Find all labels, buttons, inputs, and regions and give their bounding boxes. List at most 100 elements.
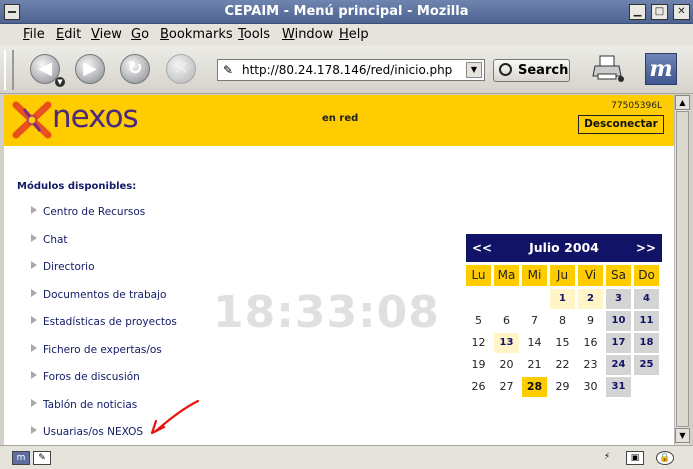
calendar-day[interactable]: 4	[634, 289, 659, 309]
scroll-thumb[interactable]	[676, 111, 689, 427]
list-item: Centro de Recursos	[31, 204, 145, 220]
calendar-day[interactable]: 11	[634, 311, 659, 331]
toolbar-grip[interactable]	[4, 50, 14, 90]
calendar-day[interactable]: 24	[606, 355, 631, 375]
module-link[interactable]: Usuarias/os NEXOS	[43, 426, 143, 438]
status-bar: m ✎ ⚡ ▣ 🔒	[0, 445, 693, 469]
list-item: Chat	[31, 232, 68, 248]
menu-edit[interactable]: Edit	[56, 27, 81, 42]
calendar-dayname: Sa	[606, 265, 631, 286]
calendar-day[interactable]: 16	[578, 333, 603, 353]
calendar-day[interactable]: 1	[550, 289, 575, 309]
mozilla-status-icon[interactable]: m	[12, 451, 30, 465]
search-button[interactable]: Search	[493, 59, 570, 82]
maximize-button[interactable]: □	[651, 4, 668, 20]
calendar-day[interactable]: 29	[550, 377, 575, 397]
list-item: Usuarias/os NEXOS	[31, 424, 143, 440]
module-link[interactable]: Estadísticas de proyectos	[43, 316, 177, 328]
calendar-dayname: Vi	[578, 265, 603, 286]
popup-icon: ▣	[626, 451, 644, 465]
calendar-day[interactable]: 14	[522, 333, 547, 353]
bullet-icon	[31, 289, 37, 297]
modules-title: Módulos disponibles:	[17, 181, 137, 192]
calendar-day[interactable]: 23	[578, 355, 603, 375]
menu-file[interactable]: File	[23, 27, 45, 42]
module-link[interactable]: Documentos de trabajo	[43, 289, 166, 301]
url-input[interactable]	[242, 62, 458, 78]
calendar-next-button[interactable]: >>	[636, 241, 656, 255]
module-link[interactable]: Tablón de noticias	[43, 399, 137, 411]
module-link[interactable]: Chat	[43, 234, 68, 246]
stop-button[interactable]: ✕	[166, 54, 196, 84]
calendar-day[interactable]: 30	[578, 377, 603, 397]
module-link[interactable]: Centro de Recursos	[43, 206, 145, 218]
calendar-day[interactable]: 15	[550, 333, 575, 353]
url-bar[interactable]: ✎ ▼	[217, 59, 485, 81]
menu-help[interactable]: Help	[339, 27, 369, 42]
calendar-day[interactable]: 26	[466, 377, 491, 397]
back-dropdown-icon[interactable]: ▼	[55, 77, 65, 87]
calendar-day[interactable]: 6	[494, 311, 519, 331]
menu-tools[interactable]: Tools	[238, 27, 270, 42]
calendar-day[interactable]: 17	[606, 333, 631, 353]
calendar-day[interactable]: 22	[550, 355, 575, 375]
calendar-day[interactable]: 9	[578, 311, 603, 331]
red-arrow-annotation-icon	[150, 399, 200, 435]
calendar-day[interactable]: 13	[494, 333, 519, 353]
calendar-day[interactable]: 10	[606, 311, 631, 331]
list-item: Documentos de trabajo	[31, 287, 166, 303]
calendar-day[interactable]: 31	[606, 377, 631, 397]
close-button[interactable]: ✕	[673, 4, 690, 20]
calendar-day[interactable]: 3	[606, 289, 631, 309]
list-item: Estadísticas de proyectos	[31, 314, 177, 330]
calendar-dayname: Ma	[494, 265, 519, 286]
composer-icon[interactable]: ✎	[33, 451, 51, 465]
module-link[interactable]: Foros de discusión	[43, 371, 140, 383]
calendar-day[interactable]: 27	[494, 377, 519, 397]
disconnect-button[interactable]: Desconectar	[578, 115, 664, 134]
bullet-icon	[31, 399, 37, 407]
page-icon: ✎	[223, 63, 234, 77]
search-icon	[499, 63, 512, 76]
calendar-day[interactable]: 21	[522, 355, 547, 375]
menu-go[interactable]: Go	[131, 27, 149, 42]
vertical-scrollbar[interactable]: ▲ ▼	[674, 95, 690, 445]
calendar-dayname: Mi	[522, 265, 547, 286]
search-button-label: Search	[518, 63, 569, 78]
calendar-day[interactable]: 19	[466, 355, 491, 375]
forward-button[interactable]: ▶	[75, 54, 105, 84]
calendar-day[interactable]: 2	[578, 289, 603, 309]
module-link[interactable]: Fichero de expertas/os	[43, 344, 162, 356]
calendar-day[interactable]: 7	[522, 311, 547, 331]
calendar-day[interactable]: 25	[634, 355, 659, 375]
calendar-day[interactable]: 28	[522, 377, 547, 397]
menu-window[interactable]: Window	[282, 27, 333, 42]
url-dropdown-icon[interactable]: ▼	[466, 62, 482, 78]
scroll-down-icon[interactable]: ▼	[675, 428, 690, 443]
scroll-up-icon[interactable]: ▲	[675, 95, 690, 110]
calendar-day[interactable]: 12	[466, 333, 491, 353]
menu-bar: File Edit View Go Bookmarks Tools Window…	[0, 24, 693, 46]
window-titlebar: CEPAIM - Menú principal - Mozilla ▁ □ ✕	[0, 0, 693, 24]
bullet-icon	[31, 234, 37, 242]
reload-button[interactable]: ↻	[120, 54, 150, 84]
print-icon[interactable]	[592, 54, 624, 82]
module-link[interactable]: Directorio	[43, 261, 95, 273]
site-banner: nexos en red 77505396L Desconectar	[4, 95, 674, 146]
bullet-icon	[31, 371, 37, 379]
list-item: Tablón de noticias	[31, 397, 137, 413]
calendar-day[interactable]: 5	[466, 311, 491, 331]
menu-bookmarks[interactable]: Bookmarks	[160, 27, 233, 42]
minimize-button[interactable]: ▁	[629, 4, 646, 20]
list-item: Foros de discusión	[31, 369, 140, 385]
calendar-day[interactable]: 18	[634, 333, 659, 353]
calendar-month: Julio 2004	[529, 240, 599, 255]
menu-view[interactable]: View	[91, 27, 122, 42]
stop-icon: ✕	[173, 58, 189, 79]
calendar-daynames: Lu Ma Mi Ju Vi Sa Do	[466, 265, 662, 287]
calendar-day[interactable]: 8	[550, 311, 575, 331]
page-content: nexos en red 77505396L Desconectar Módul…	[4, 95, 674, 445]
bullet-icon	[31, 344, 37, 352]
calendar-day[interactable]: 20	[494, 355, 519, 375]
bullet-icon	[31, 261, 37, 269]
